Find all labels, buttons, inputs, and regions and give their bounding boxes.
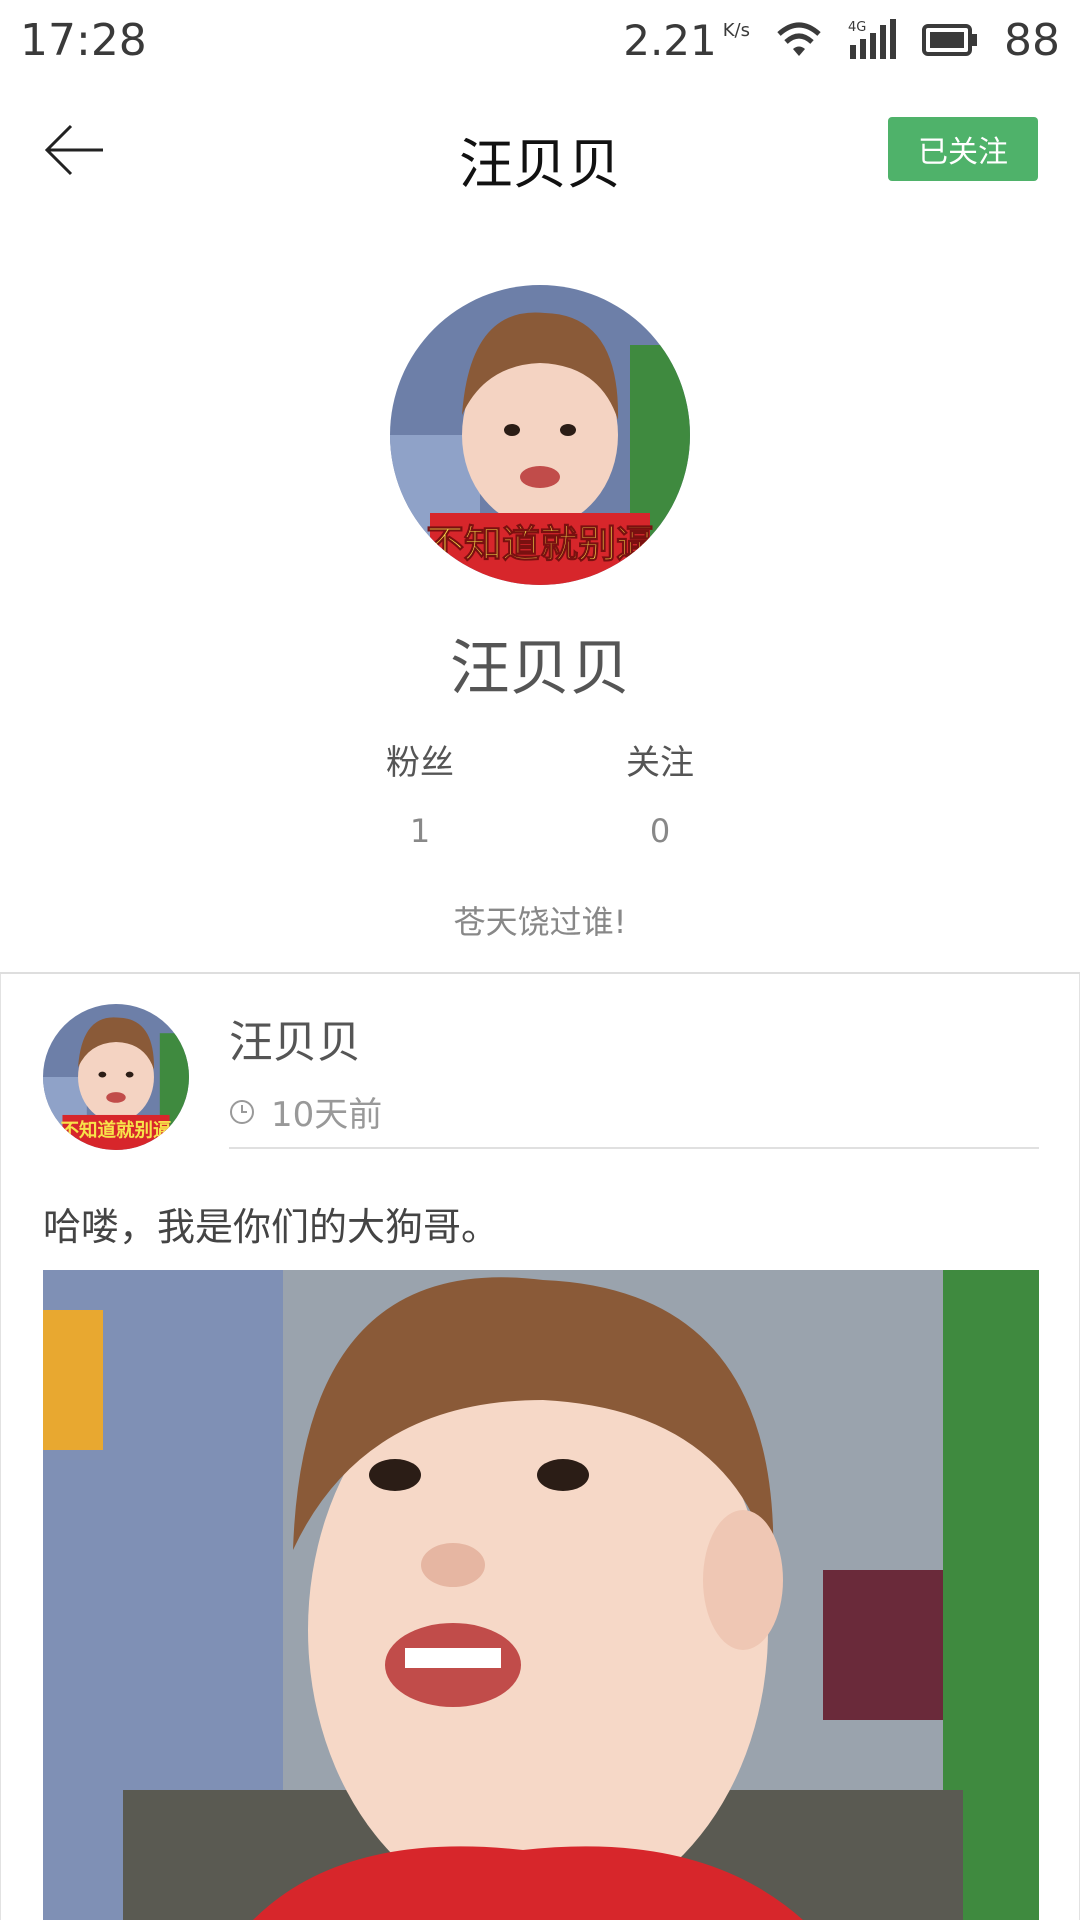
profile-avatar[interactable]: 不知道就别逼: [390, 285, 690, 585]
stat-followers[interactable]: 粉丝 1: [320, 735, 520, 850]
network-speed-value: 2.21: [623, 15, 717, 65]
status-bar: 17:28 2.21 K/s 4G 88: [0, 0, 1080, 80]
network-speed-unit: K/s: [722, 19, 750, 41]
stat-following-value: 0: [649, 812, 671, 850]
post-author-avatar[interactable]: 不知道就别逼: [43, 1004, 189, 1150]
post-card[interactable]: 不知道就别逼 汪贝贝 10天前 哈喽，我是你们的大狗哥。: [0, 974, 1080, 1920]
status-time: 17:28: [20, 14, 147, 66]
followed-button[interactable]: 已关注: [888, 117, 1038, 181]
post-photo[interactable]: [43, 1270, 1039, 1920]
nav-bar: 汪贝贝 已关注: [0, 80, 1080, 220]
post-time: 10天前: [229, 1087, 382, 1136]
profile-avatar-caption: 不知道就别逼: [426, 522, 654, 566]
profile-name: 汪贝贝: [450, 634, 630, 704]
post-avatar-caption: 不知道就别逼: [61, 1119, 172, 1141]
stat-followers-label: 粉丝: [386, 743, 454, 783]
clock-icon: [230, 1099, 254, 1124]
profile-bio: 苍天饶过谁!: [453, 903, 627, 941]
stat-following[interactable]: 关注 0: [560, 735, 760, 850]
wifi-icon: [776, 22, 822, 58]
signal-icon: 4G: [848, 19, 896, 61]
stat-following-label: 关注: [626, 743, 694, 783]
status-icons: 2.21 K/s 4G 88: [623, 15, 1060, 66]
stat-followers-value: 1: [409, 812, 431, 850]
network-type: 4G: [848, 20, 866, 35]
battery-icon: [922, 24, 978, 56]
post-header-divider: [229, 1147, 1039, 1149]
post-text: 哈喽，我是你们的大狗哥。: [43, 1205, 500, 1249]
network-speed: 2.21 K/s: [623, 16, 750, 65]
post-time-text: 10天前: [271, 1095, 383, 1135]
battery-level: 88: [1004, 14, 1060, 66]
post-author-name[interactable]: 汪贝贝: [229, 1006, 361, 1070]
